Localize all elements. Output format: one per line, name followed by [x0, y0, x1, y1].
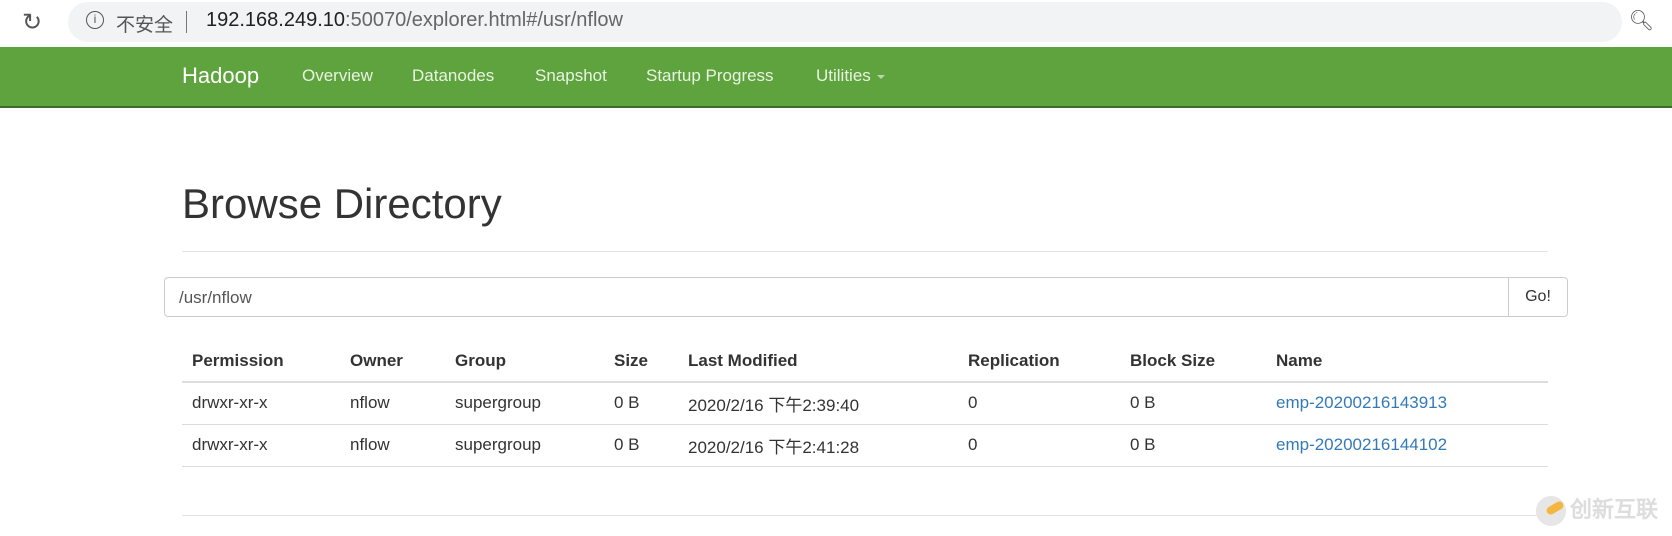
nav-utilities-label: Utilities	[816, 66, 871, 85]
watermark-text: 创新互联	[1570, 497, 1659, 522]
browser-toolbar: ↻ i 不安全 192.168.249.10:50070/explorer.ht…	[0, 0, 1672, 47]
nav-snapshot[interactable]: Snapshot	[535, 66, 607, 86]
reload-icon[interactable]: ↻	[22, 8, 42, 37]
owner: nflow	[340, 382, 445, 425]
permission: drwxr-xr-x	[182, 424, 340, 467]
block-size: 0 B	[1120, 424, 1266, 467]
watermark-logo-icon	[1536, 496, 1566, 527]
group: supergroup	[445, 424, 604, 467]
col-block-size[interactable]: Block Size	[1120, 340, 1266, 383]
page-title: Browse Directory	[182, 180, 502, 227]
url-path: :50070/explorer.html#/usr/nflow	[345, 9, 623, 31]
replication: 0	[958, 382, 1120, 425]
col-last-modified[interactable]: Last Modified	[678, 340, 958, 383]
caret-down-icon	[876, 74, 885, 79]
block-size: 0 B	[1120, 382, 1266, 425]
size: 0 B	[604, 382, 678, 425]
last-modified: 2020/2/16 下午2:41:28	[678, 424, 958, 467]
size: 0 B	[604, 424, 678, 467]
col-name[interactable]: Name	[1266, 340, 1548, 383]
security-label: 不安全	[116, 15, 174, 36]
go-button[interactable]: Go!	[1508, 277, 1568, 317]
col-owner[interactable]: Owner	[340, 340, 445, 383]
group: supergroup	[445, 382, 604, 425]
name-link[interactable]: emp-20200216144102	[1276, 435, 1447, 454]
col-group[interactable]: Group	[445, 340, 604, 383]
owner: nflow	[340, 424, 445, 467]
zoom-icon[interactable]: 🔍︎	[1629, 8, 1654, 33]
table-header-row: Permission Owner Group Size Last Modifie…	[182, 340, 1548, 383]
nav-startup-progress[interactable]: Startup Progress	[646, 66, 774, 86]
path-input[interactable]: /usr/nflow	[164, 277, 1509, 317]
navbar: Hadoop Overview Datanodes Snapshot Start…	[0, 47, 1672, 108]
brand-link[interactable]: Hadoop	[182, 63, 259, 89]
table-row: drwxr-xr-x nflow supergroup 0 B 2020/2/1…	[182, 382, 1548, 425]
footer-divider	[182, 515, 1548, 516]
nav-datanodes[interactable]: Datanodes	[412, 66, 494, 86]
table-row: drwxr-xr-x nflow supergroup 0 B 2020/2/1…	[182, 424, 1548, 467]
replication: 0	[958, 424, 1120, 467]
permission: drwxr-xr-x	[182, 382, 340, 425]
directory-table: Permission Owner Group Size Last Modifie…	[182, 340, 1548, 467]
address-bar[interactable]: i 不安全 192.168.249.10:50070/explorer.html…	[68, 2, 1622, 42]
col-size[interactable]: Size	[604, 340, 678, 383]
url-text[interactable]: 192.168.249.10:50070/explorer.html#/usr/…	[206, 9, 623, 32]
watermark: 创新互联	[1536, 492, 1659, 527]
name-link[interactable]: emp-20200216143913	[1276, 393, 1447, 412]
last-modified: 2020/2/16 下午2:39:40	[678, 382, 958, 425]
separator	[186, 11, 187, 33]
col-replication[interactable]: Replication	[958, 340, 1120, 383]
col-permission[interactable]: Permission	[182, 340, 340, 383]
divider	[182, 251, 1548, 252]
info-icon[interactable]: i	[86, 11, 104, 29]
nav-utilities[interactable]: Utilities	[816, 66, 885, 86]
nav-overview[interactable]: Overview	[302, 66, 373, 86]
url-host: 192.168.249.10	[206, 9, 346, 31]
